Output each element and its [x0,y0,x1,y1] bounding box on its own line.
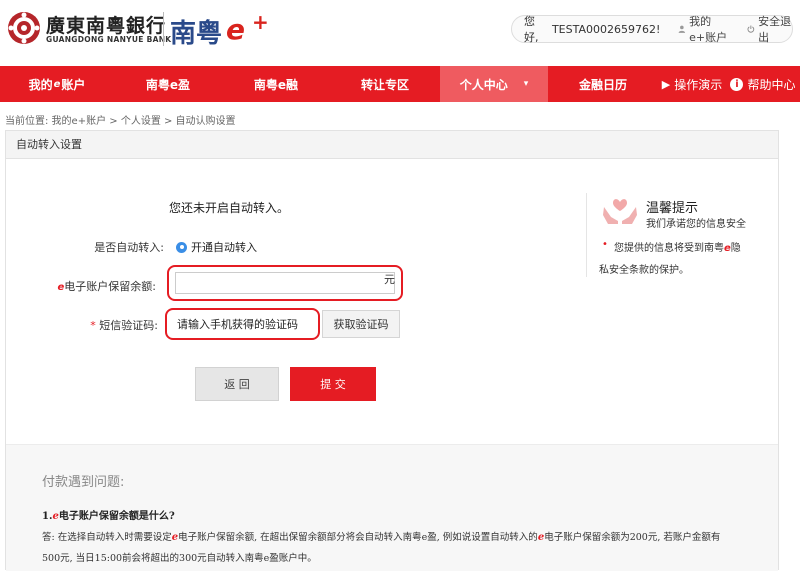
code-label: 短信验证码: [99,319,158,332]
brand-e-mark: e [226,13,245,46]
faq-answer-line1: 答: 在选择自动转入时需要设定e电子账户保留余额, 在超出保留余额部分将会自动转… [42,529,720,543]
tips-title: 温馨提示 [646,201,699,216]
power-icon [747,25,755,33]
faq-a-part1: 答: 在选择自动转入时需要设定 [42,532,172,543]
nav-e-ying[interactable]: 南粤e盈 [114,66,222,102]
caring-hands-icon [603,199,637,224]
tips-line2: 私安全条款的保护。 [599,265,689,276]
balance-label: 电子账户保留余额: [64,280,156,293]
nav-finance-calendar[interactable]: 金融日历 [548,66,658,102]
nav-label: 南粤e盈 [145,77,191,92]
breadcrumb: 当前位置: 我的e+账户 > 个人设置 > 自动认购设置 [5,116,236,127]
required-asterisk: * [90,319,100,332]
faq-title: 付款遇到问题: [42,475,125,490]
tips-line1-tail: 隐 [730,243,741,254]
user-bar: 您好, TESTA0002659762! 我的e+账户 安全退出 [511,13,793,45]
nav-label: 我的 [28,77,53,92]
faq-section: 付款遇到问题: 1.e电子账户保留余额是什么? 答: 在选择自动转入时需要设定e… [6,444,778,571]
header: 廣東南粵銀行 GUANGDONG NANYUE BANK 南粤 e + 您好, … [0,0,800,66]
faq-question: 1.e电子账户保留余额是什么? [42,507,175,522]
faq-q-number: 1. [42,511,53,522]
info-icon: i [730,77,744,91]
get-code-button[interactable]: 获取验证码 [322,310,400,338]
nav-demo[interactable]: ▶ 操作演示 [658,66,726,102]
e-logo-icon: e [724,243,731,254]
main-nav: 我的 e 账户 南粤e盈 南粤e融 转让专区 个人中心 ▾ 金融日历 ▶ 操作演… [0,66,800,102]
e-logo-icon: e [53,78,61,90]
logout-link[interactable]: 安全退出 [747,13,792,45]
play-icon: ▶ [661,77,671,91]
code-label-row: * 短信验证码: [78,317,158,333]
panel-title: 自动转入设置 [6,131,778,159]
tips-line1: 您提供的信息将受到南粤e隐 [614,239,741,254]
submit-button[interactable]: 提 交 [290,367,376,401]
brand-name: 南粤 [170,19,223,49]
my-account-link[interactable]: 我的e+账户 [678,13,735,45]
tips-line1-text: 您提供的信息将受到南粤 [614,243,724,254]
nav-personal-center[interactable]: 个人中心 ▾ [440,66,548,102]
tips-subtitle: 我们承诺您的信息安全 [646,219,746,230]
faq-a-part3: 电子账户保留余额为200元, 若账户金额有 [544,532,721,543]
bank-logo-icon [8,12,40,44]
person-icon [678,25,686,33]
my-account-label: 我的e+账户 [689,15,728,44]
sms-code-input[interactable]: 请输入手机获得的验证码 [165,308,320,340]
tips-divider [586,193,587,277]
logout-label: 安全退出 [758,15,792,44]
bullet-icon: • [602,239,608,250]
radio-label: 开通自动转入 [191,241,257,254]
bank-name-en: GUANGDONG NANYUE BANK [46,35,172,44]
nav-label-suffix: 账户 [61,77,86,92]
bank-name-cn: 廣東南粵銀行 [46,15,167,37]
balance-input[interactable] [175,272,395,294]
user-id: TESTA0002659762! [551,22,661,36]
nav-transfer-zone[interactable]: 转让专区 [330,66,440,102]
status-notice: 您还未开启自动转入。 [169,201,290,215]
chevron-down-icon: ▾ [523,79,529,89]
nav-label: 南粤e融 [253,77,299,92]
balance-input-highlight: 元 [167,265,403,301]
greeting: 您好, [524,15,539,44]
balance-label-row: e电子账户保留余额: [34,278,156,294]
logo-divider [163,12,164,46]
radio-selected-icon [176,241,187,253]
nav-label: 转让专区 [360,77,409,92]
nav-label: 帮助中心 [747,77,796,92]
nav-e-rong[interactable]: 南粤e融 [222,66,330,102]
enable-auto-transfer-radio[interactable]: 开通自动转入 [176,239,257,255]
nav-help[interactable]: i 帮助中心 [726,66,800,102]
faq-q-text: 电子账户保留余额是什么? [58,511,175,522]
nav-label: 个人中心 [459,77,508,92]
nav-my-account[interactable]: 我的 e 账户 [0,66,114,102]
back-button[interactable]: 返 回 [195,367,279,401]
auto-transfer-label: 是否自动转入: [94,241,164,254]
faq-answer-line2: 500元, 当日15:00前会将超出的300元自动转入南粤e盈账户中。 [42,553,317,564]
currency-unit: 元 [384,273,395,286]
nav-label: 操作演示 [674,77,723,92]
nav-label: 金融日历 [578,77,627,92]
auto-transfer-panel: 自动转入设置 您还未开启自动转入。 是否自动转入: 开通自动转入 e电子账户保留… [5,130,779,571]
faq-a-part2: 电子账户保留余额, 在超出保留余额部分将会自动转入南粤e盈, 例如说设置自动转入… [178,532,538,543]
brand-plus: + [252,10,269,34]
